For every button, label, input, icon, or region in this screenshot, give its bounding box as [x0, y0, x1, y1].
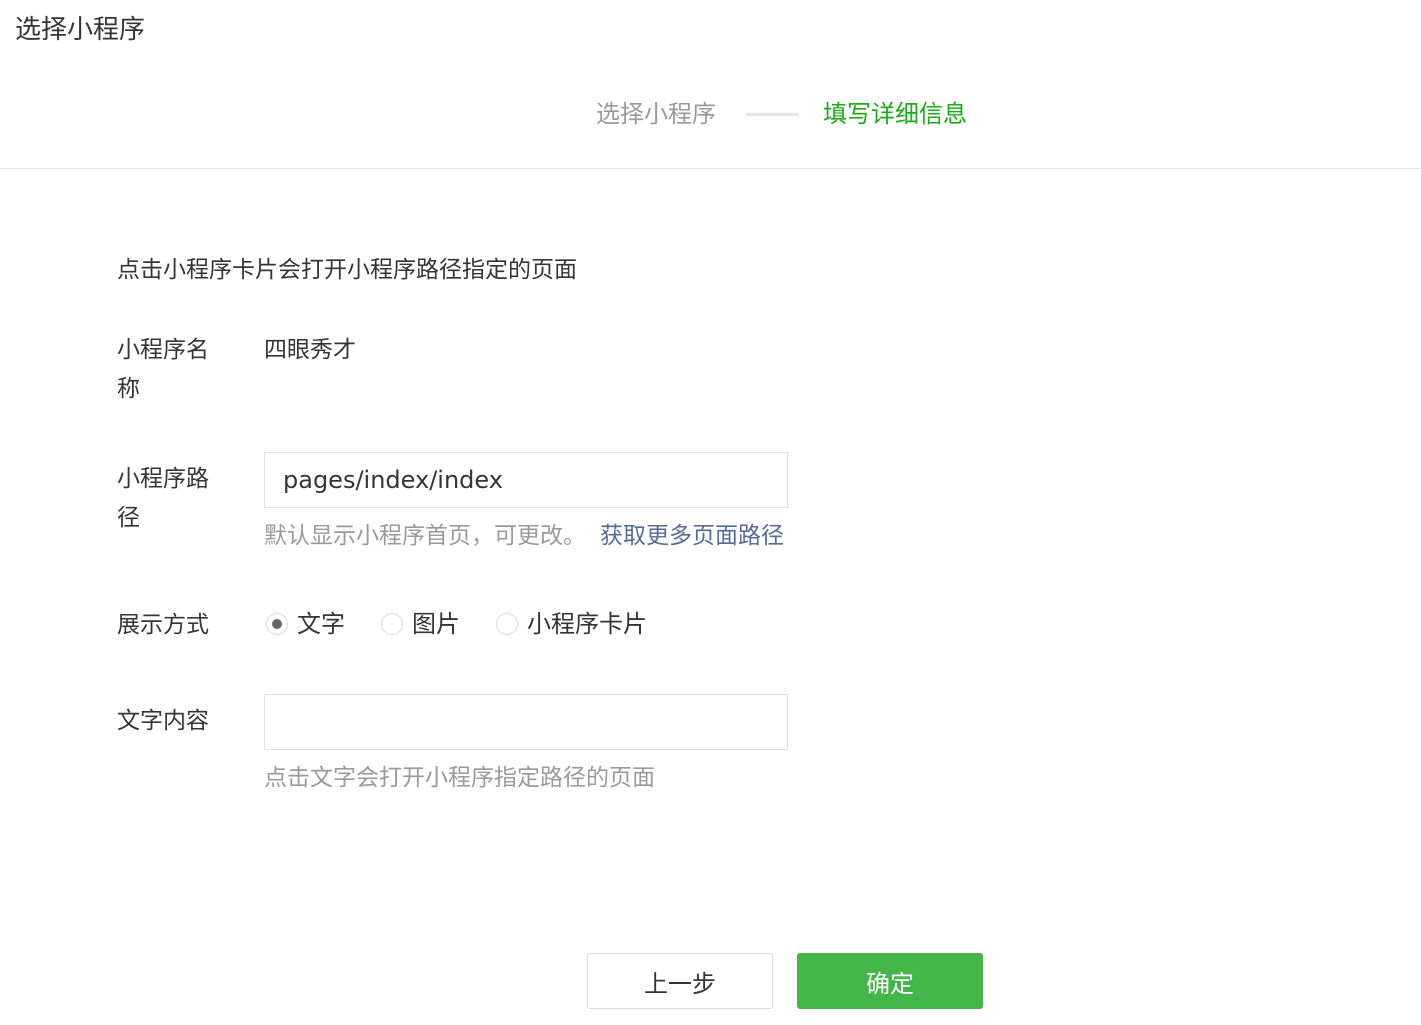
radio-label-image: 图片	[412, 610, 460, 638]
more-paths-link[interactable]: 获取更多页面路径	[600, 523, 784, 549]
confirm-button[interactable]: 确定	[797, 953, 983, 1009]
display-mode-radio-card[interactable]: 小程序卡片	[496, 604, 647, 644]
step-select-miniprogram: 选择小程序	[596, 100, 716, 128]
miniprogram-name-label: 小程序名称	[117, 337, 209, 402]
step-connector	[746, 113, 799, 116]
radio-label-text: 文字	[297, 610, 345, 638]
text-content-label: 文字内容	[117, 708, 209, 734]
display-mode-label: 展示方式	[117, 612, 209, 638]
text-content-hint: 点击文字会打开小程序指定路径的页面	[264, 765, 655, 791]
display-mode-radio-image[interactable]: 图片	[381, 604, 460, 644]
display-mode-radio-text[interactable]: 文字	[266, 604, 345, 644]
form-description: 点击小程序卡片会打开小程序路径指定的页面	[117, 257, 577, 283]
header-divider	[0, 168, 1421, 169]
radio-label-card: 小程序卡片	[527, 610, 647, 638]
path-hint-text: 默认显示小程序首页，可更改。	[264, 523, 586, 549]
step-indicator: 选择小程序 填写详细信息	[0, 92, 1421, 136]
path-hint: 默认显示小程序首页，可更改。 获取更多页面路径	[264, 518, 784, 554]
miniprogram-name-value: 四眼秀才	[264, 337, 356, 363]
dialog-title: 选择小程序	[15, 15, 146, 45]
step-fill-details: 填写详细信息	[823, 100, 967, 128]
radio-checked-icon[interactable]	[266, 613, 288, 635]
text-content-input[interactable]	[264, 694, 788, 750]
previous-step-button[interactable]: 上一步	[587, 953, 773, 1009]
miniprogram-path-label: 小程序路径	[117, 466, 209, 531]
radio-unchecked-icon[interactable]	[381, 613, 403, 635]
radio-unchecked-icon[interactable]	[496, 613, 518, 635]
select-miniprogram-dialog: 选择小程序 选择小程序 填写详细信息 点击小程序卡片会打开小程序路径指定的页面 …	[0, 0, 1421, 1025]
miniprogram-path-input[interactable]	[264, 452, 788, 508]
